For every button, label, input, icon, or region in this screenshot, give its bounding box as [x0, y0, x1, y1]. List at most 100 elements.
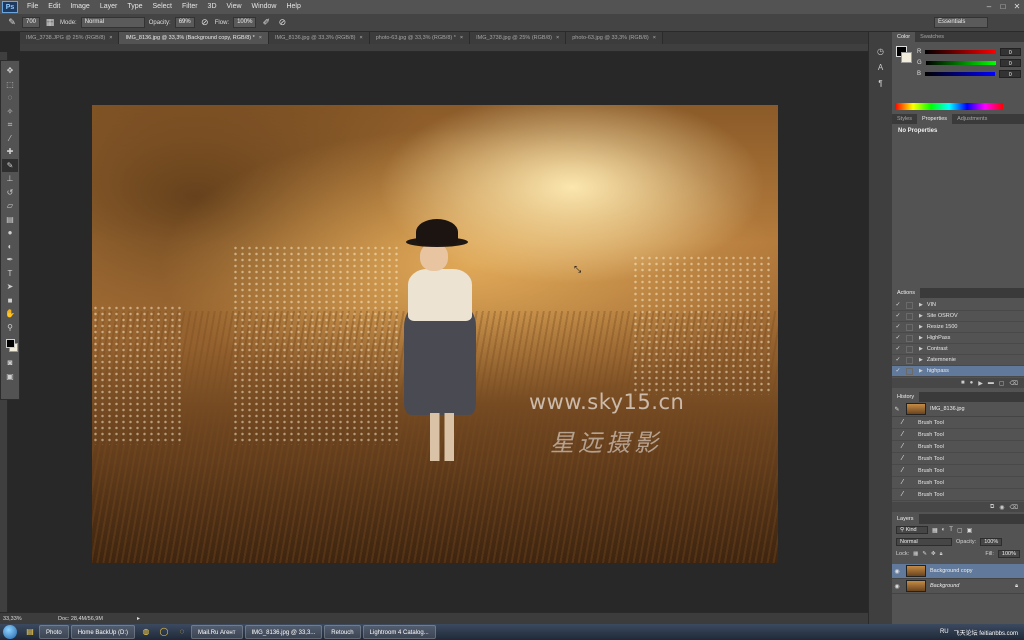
- check-icon[interactable]: ✓: [894, 301, 902, 309]
- expand-icon[interactable]: ▶: [919, 346, 923, 352]
- tab-actions[interactable]: Actions: [892, 288, 921, 298]
- type-tool-icon[interactable]: T: [2, 267, 18, 281]
- gradient-tool-icon[interactable]: ▤: [2, 213, 18, 227]
- menu-window[interactable]: Window: [247, 0, 282, 14]
- expand-icon[interactable]: ▶: [919, 357, 923, 363]
- expand-icon[interactable]: ▶: [919, 368, 923, 374]
- record-icon[interactable]: ●: [970, 380, 974, 386]
- taskbar-item-photoshop[interactable]: IMG_8136.jpg @ 33,3...: [244, 625, 323, 639]
- close-tab-icon[interactable]: ×: [359, 35, 362, 41]
- eraser-tool-icon[interactable]: ▱: [2, 199, 18, 213]
- panel-bg-swatch[interactable]: [901, 52, 912, 63]
- expand-icon[interactable]: ▶: [919, 324, 923, 330]
- snapshot-camera-icon[interactable]: ◉: [999, 504, 1004, 511]
- document-image[interactable]: www.sky15.cn 星远摄影: [92, 105, 778, 563]
- menu-image[interactable]: Image: [65, 0, 94, 14]
- tab-history[interactable]: History: [892, 392, 920, 402]
- action-item-selected[interactable]: ✓ ▶ highpass: [892, 366, 1024, 377]
- doc-tab-active[interactable]: IMG_8136.jpg @ 33,3% (Background copy, R…: [119, 32, 269, 44]
- history-brush-source-icon[interactable]: ✎: [892, 406, 902, 413]
- eye-icon[interactable]: ◉: [892, 583, 902, 590]
- new-action-icon[interactable]: ▢: [999, 380, 1005, 387]
- mode-select[interactable]: Normal: [80, 17, 145, 28]
- menu-3d[interactable]: 3D: [203, 0, 222, 14]
- lock-all-icon[interactable]: 🔒︎: [940, 551, 943, 558]
- pressure-opacity-icon[interactable]: ⊘: [199, 17, 211, 29]
- taskbar-item-home-backup[interactable]: Home BackUp (D:): [70, 625, 136, 639]
- eyedropper-tool-icon[interactable]: ⁄: [2, 132, 18, 146]
- color-spectrum-bar[interactable]: [895, 103, 1003, 110]
- menu-help[interactable]: Help: [281, 0, 305, 14]
- firefox-icon[interactable]: ◍: [140, 626, 152, 638]
- tab-layers[interactable]: Layers: [892, 514, 919, 524]
- hand-tool-icon[interactable]: ✋: [2, 307, 18, 321]
- action-item[interactable]: ✓ ▶ Contrast: [892, 344, 1024, 355]
- kind-filter-select[interactable]: ⚲ Kind: [896, 526, 928, 534]
- doc-tab[interactable]: IMG_3738.jpg @ 25% (RGB/8) ×: [470, 32, 567, 44]
- tab-properties[interactable]: Properties: [916, 114, 953, 124]
- airbrush-icon[interactable]: ✐: [260, 17, 272, 29]
- action-item[interactable]: ✓ ▶ Zatemnenie: [892, 355, 1024, 366]
- close-tab-icon[interactable]: ×: [556, 35, 559, 41]
- lock-paint-icon[interactable]: ✎: [922, 551, 927, 557]
- close-tab-icon[interactable]: ×: [460, 35, 463, 41]
- action-item[interactable]: ✓ ▶ HighPass: [892, 333, 1024, 344]
- doc-tab[interactable]: photo-63.jpg @ 33,3% (RGB/8) ×: [566, 32, 663, 44]
- expand-icon[interactable]: ▶: [919, 335, 923, 341]
- filter-pixel-icon[interactable]: ▦: [932, 527, 938, 534]
- shape-tool-icon[interactable]: ■: [2, 294, 18, 308]
- zoom-level[interactable]: 33,33%: [0, 616, 40, 622]
- menu-layer[interactable]: Layer: [95, 0, 123, 14]
- check-icon[interactable]: ✓: [894, 367, 902, 375]
- move-tool-icon[interactable]: ✥: [2, 64, 18, 78]
- brush-size-box[interactable]: 700: [22, 17, 41, 28]
- doc-tab[interactable]: photo-63.jpg @ 33,3% (RGB/8) * ×: [369, 32, 471, 44]
- new-set-icon[interactable]: ▬: [988, 380, 994, 386]
- quick-select-tool-icon[interactable]: ✧: [2, 105, 18, 119]
- dodge-tool-icon[interactable]: ◐: [2, 240, 18, 254]
- history-item[interactable]: ⁄ Brush Tool: [892, 417, 1024, 429]
- layer-row-background[interactable]: ◉ Background 🔒︎: [892, 579, 1024, 594]
- check-icon[interactable]: ✓: [894, 323, 902, 331]
- red-slider[interactable]: [925, 49, 996, 54]
- blue-value[interactable]: 0: [999, 69, 1021, 78]
- foreground-color-swatch[interactable]: [5, 338, 15, 348]
- close-tab-icon[interactable]: ×: [259, 35, 262, 41]
- check-icon[interactable]: ✓: [894, 356, 902, 364]
- menu-file[interactable]: File: [22, 0, 43, 14]
- action-item[interactable]: ✓ ▶ Resize 1500: [892, 322, 1024, 333]
- screen-mode-icon[interactable]: ▣: [2, 370, 18, 384]
- clone-stamp-tool-icon[interactable]: ⊥: [2, 172, 18, 186]
- marquee-tool-icon[interactable]: ⬚: [2, 78, 18, 92]
- taskbar-item-retouch[interactable]: Retouch: [324, 625, 361, 639]
- history-item[interactable]: ⁄ Brush Tool: [892, 441, 1024, 453]
- tab-swatches[interactable]: Swatches: [915, 32, 949, 42]
- play-icon[interactable]: ▶: [978, 380, 983, 387]
- skype-icon[interactable]: ◌: [176, 626, 188, 638]
- doc-tab[interactable]: IMG_8136.jpg @ 33,3% (RGB/8) ×: [269, 32, 370, 44]
- taskbar-item-photo[interactable]: Photo: [39, 625, 69, 639]
- tab-adjustments[interactable]: Adjustments: [952, 114, 992, 124]
- brush-preset-icon[interactable]: ✎: [6, 17, 18, 29]
- close-tab-icon[interactable]: ×: [653, 35, 656, 41]
- action-item[interactable]: ✓ ▶ Site OSROV: [892, 311, 1024, 322]
- eye-icon[interactable]: ◉: [892, 568, 902, 575]
- check-icon[interactable]: ✓: [894, 334, 902, 342]
- blend-mode-select[interactable]: Normal: [896, 538, 952, 546]
- layer-opacity-field[interactable]: 100%: [980, 538, 1003, 546]
- close-icon[interactable]: ✕: [1010, 1, 1024, 13]
- expand-icon[interactable]: ▶: [919, 302, 923, 308]
- color-swatches[interactable]: [2, 334, 18, 356]
- layer-row-background-copy[interactable]: ◉ Background copy: [892, 564, 1024, 579]
- status-menu-arrow-icon[interactable]: ▸: [137, 615, 140, 622]
- action-item[interactable]: ✓ ▶ VIN: [892, 300, 1024, 311]
- zoom-tool-icon[interactable]: ⚲: [2, 321, 18, 335]
- history-item[interactable]: ⁄ Brush Tool: [892, 477, 1024, 489]
- tab-color[interactable]: Color: [892, 32, 916, 42]
- menu-type[interactable]: Type: [122, 0, 147, 14]
- close-tab-icon[interactable]: ×: [109, 35, 112, 41]
- quick-mask-icon[interactable]: ◙: [2, 356, 18, 370]
- taskbar-item-lightroom[interactable]: Lightroom 4 Catalog...: [362, 625, 436, 639]
- taskbar-item-mailru[interactable]: Mail.Ru Агент: [191, 625, 243, 639]
- workspace-select[interactable]: Essentials: [934, 17, 988, 28]
